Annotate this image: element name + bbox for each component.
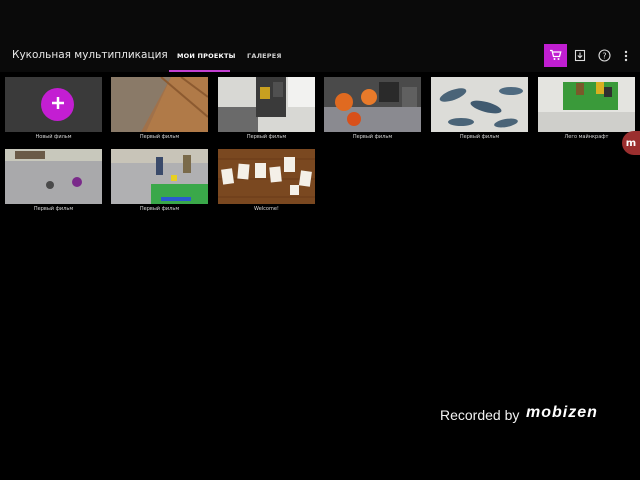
project-label: Первый фильм bbox=[352, 134, 393, 140]
app-title: Кукольная мультипликация bbox=[12, 49, 168, 61]
help-button[interactable]: ? bbox=[595, 47, 613, 65]
active-tab-indicator bbox=[169, 70, 230, 72]
project-label: Первый фильм bbox=[139, 206, 180, 212]
project-thumbnail[interactable] bbox=[324, 77, 421, 132]
plus-icon bbox=[50, 95, 66, 115]
project-label: Лего майнкрафт bbox=[564, 134, 609, 140]
project-label: Первый фильм bbox=[33, 206, 74, 212]
project-label: Новый фильм bbox=[35, 134, 72, 140]
new-project-tile[interactable] bbox=[5, 77, 102, 132]
download-icon bbox=[574, 47, 586, 66]
mobizen-floating-button[interactable]: m bbox=[622, 131, 640, 155]
add-project-button[interactable] bbox=[41, 88, 74, 121]
project-label: Welcome! bbox=[254, 206, 279, 212]
import-button[interactable] bbox=[571, 47, 589, 65]
mobizen-logo-icon: m bbox=[625, 137, 637, 149]
cart-icon bbox=[549, 46, 562, 65]
svg-text:?: ? bbox=[602, 51, 606, 60]
more-vertical-icon bbox=[624, 47, 628, 66]
project-label: Первый фильм bbox=[459, 134, 500, 140]
more-options-button[interactable] bbox=[617, 47, 635, 65]
app-bar: Кукольная мультипликация МОИ ПРОЕКТЫ ГАЛ… bbox=[0, 0, 640, 72]
project-thumbnail[interactable] bbox=[5, 149, 102, 204]
project-thumbnail[interactable] bbox=[218, 149, 315, 204]
help-icon: ? bbox=[597, 47, 611, 66]
mobizen-logo: mobizen bbox=[526, 404, 598, 421]
project-label: Первый фильм bbox=[139, 134, 180, 140]
recorded-by-text: Recorded by bbox=[440, 407, 520, 423]
tab-my-projects[interactable]: МОИ ПРОЕКТЫ bbox=[177, 52, 236, 60]
project-thumbnail[interactable] bbox=[111, 77, 208, 132]
project-label: Первый фильм bbox=[246, 134, 287, 140]
project-thumbnail[interactable] bbox=[431, 77, 528, 132]
store-button[interactable] bbox=[544, 44, 567, 67]
project-thumbnail[interactable] bbox=[538, 77, 635, 132]
project-thumbnail[interactable] bbox=[111, 149, 208, 204]
tab-gallery[interactable]: ГАЛЕРЕЯ bbox=[247, 52, 282, 60]
project-thumbnail[interactable] bbox=[218, 77, 315, 132]
